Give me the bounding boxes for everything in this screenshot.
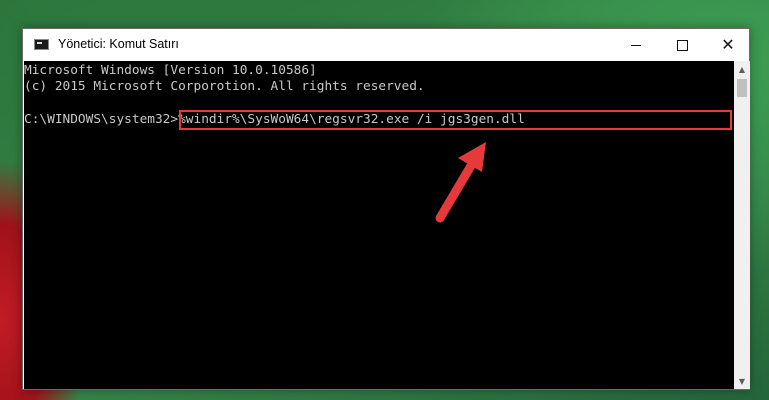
scrollbar-thumb[interactable] [737, 79, 747, 97]
minimize-button[interactable] [613, 29, 659, 61]
console-output[interactable]: Microsoft Windows [Version 10.0.10586] (… [24, 61, 734, 389]
minimize-icon [631, 44, 641, 46]
scroll-up-arrow-icon[interactable]: ▲ [734, 61, 750, 77]
command-highlight-box [179, 110, 732, 130]
maximize-button[interactable] [659, 29, 705, 61]
title-bar[interactable]: Yönetici: Komut Satırı ✕ [23, 29, 749, 61]
window-title: Yönetici: Komut Satırı [58, 37, 179, 51]
vertical-scrollbar[interactable]: ▲ ▼ [734, 61, 750, 389]
maximize-icon [676, 39, 688, 51]
console-line: (c) 2015 Microsoft Corporotion. All righ… [24, 79, 425, 94]
command-prompt-window: Yönetici: Komut Satırı ✕ Microsoft Windo… [22, 28, 750, 390]
scroll-down-arrow-icon[interactable]: ▼ [734, 373, 750, 389]
cmd-icon[interactable] [34, 39, 49, 50]
close-icon: ✕ [721, 35, 735, 54]
command-prompt: C:\WINDOWS\system32> [24, 112, 179, 127]
close-button[interactable]: ✕ [705, 29, 751, 61]
console-line: Microsoft Windows [Version 10.0.10586] [24, 63, 317, 78]
